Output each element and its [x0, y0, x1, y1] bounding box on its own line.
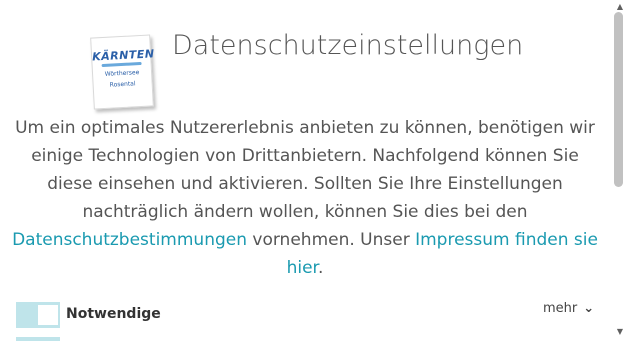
brand-logo: KÄRNTEN Wörthersee Rosental [90, 34, 155, 110]
more-button[interactable]: mehr ⌄ [543, 301, 594, 316]
logo-brand: KÄRNTEN [91, 47, 155, 64]
chevron-down-icon: ⌄ [583, 301, 595, 316]
privacy-dialog: KÄRNTEN Wörthersee Rosental Datenschutze… [0, 0, 610, 341]
dialog-title: Datenschutzeinstellungen [172, 30, 524, 61]
necessary-toggle[interactable] [16, 302, 60, 328]
arrow-down-icon[interactable]: ▼ [614, 327, 626, 337]
scrollbar[interactable]: ▲ ▼ [612, 0, 628, 341]
logo-sub-2: Rosental [109, 80, 136, 89]
logo-sub-1: Wörthersee [104, 69, 140, 78]
intro-text-1: Um ein optimales Nutzererlebnis anbieten… [15, 118, 595, 222]
intro-text: Um ein optimales Nutzererlebnis anbieten… [12, 114, 598, 282]
more-label: mehr [543, 301, 578, 316]
intro-text-2: vornehmen. Unser [247, 230, 416, 250]
privacy-policy-link[interactable]: Datenschutzbestimmungen [12, 230, 247, 250]
toggle-knob [38, 305, 58, 325]
scrollbar-thumb[interactable] [614, 12, 623, 187]
intro-text-3: . [317, 258, 324, 278]
arrow-up-icon[interactable]: ▲ [614, 2, 626, 12]
necessary-label: Notwendige [66, 306, 161, 322]
next-category-toggle[interactable] [16, 337, 60, 341]
